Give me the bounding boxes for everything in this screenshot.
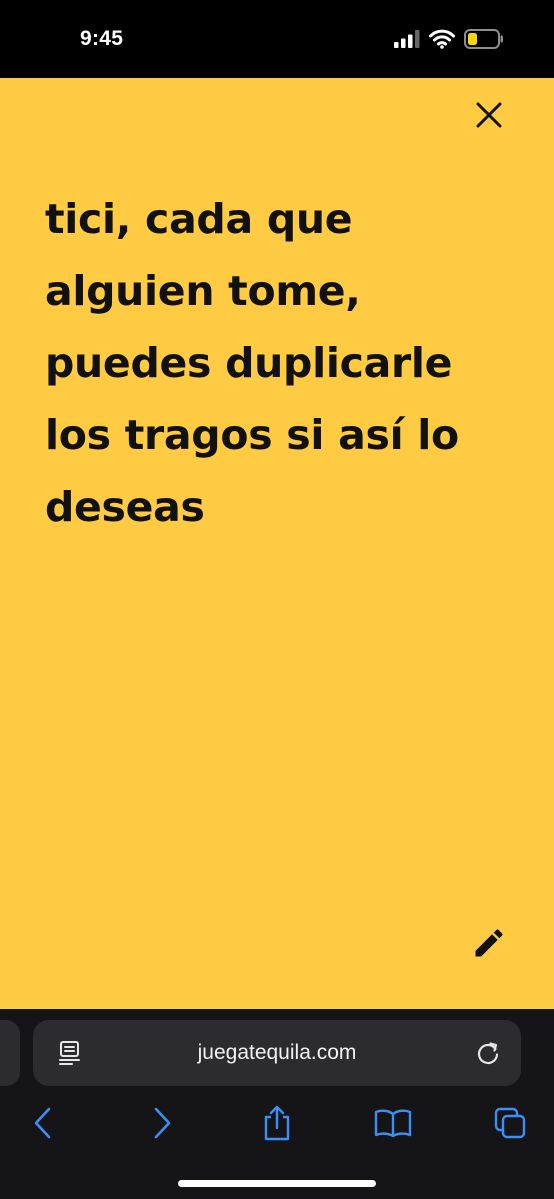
address-bar[interactable]: juegatequila.com (33, 1020, 521, 1086)
card: tici, cada que alguien tome, puedes dupl… (0, 78, 554, 1009)
bookmarks-button[interactable] (371, 1101, 415, 1145)
battery-low-icon (464, 29, 504, 53)
forward-icon (154, 1107, 171, 1139)
browser-toolbar (0, 1101, 554, 1151)
screen: 9:45 tici, cada que alguien tome, puedes… (0, 0, 554, 1199)
close-button[interactable] (470, 96, 508, 134)
back-button[interactable] (21, 1101, 65, 1145)
wifi-icon (429, 29, 455, 53)
status-time: 9:45 (80, 27, 124, 50)
reader-view-icon[interactable] (57, 1040, 83, 1066)
previous-tab-preview[interactable] (0, 1020, 20, 1086)
tabs-icon (494, 1107, 526, 1139)
close-icon (476, 102, 502, 128)
share-button[interactable] (255, 1101, 299, 1145)
cellular-signal-icon (394, 30, 420, 52)
browser-bar: juegatequila.com (0, 1009, 554, 1199)
forward-button[interactable] (140, 1101, 184, 1145)
url-text[interactable]: juegatequila.com (33, 1020, 521, 1086)
edit-button[interactable] (466, 920, 512, 966)
battery-level (468, 33, 477, 45)
card-text: tici, cada que alguien tome, puedes dupl… (45, 195, 459, 531)
pencil-icon (475, 929, 503, 957)
back-icon (34, 1107, 51, 1139)
share-icon (264, 1105, 290, 1141)
status-bar: 9:45 (0, 0, 554, 78)
home-indicator[interactable] (178, 1180, 376, 1187)
tabs-button[interactable] (488, 1101, 532, 1145)
reload-icon[interactable] (475, 1040, 501, 1066)
bookmarks-icon (374, 1109, 412, 1138)
status-icons (394, 29, 504, 53)
